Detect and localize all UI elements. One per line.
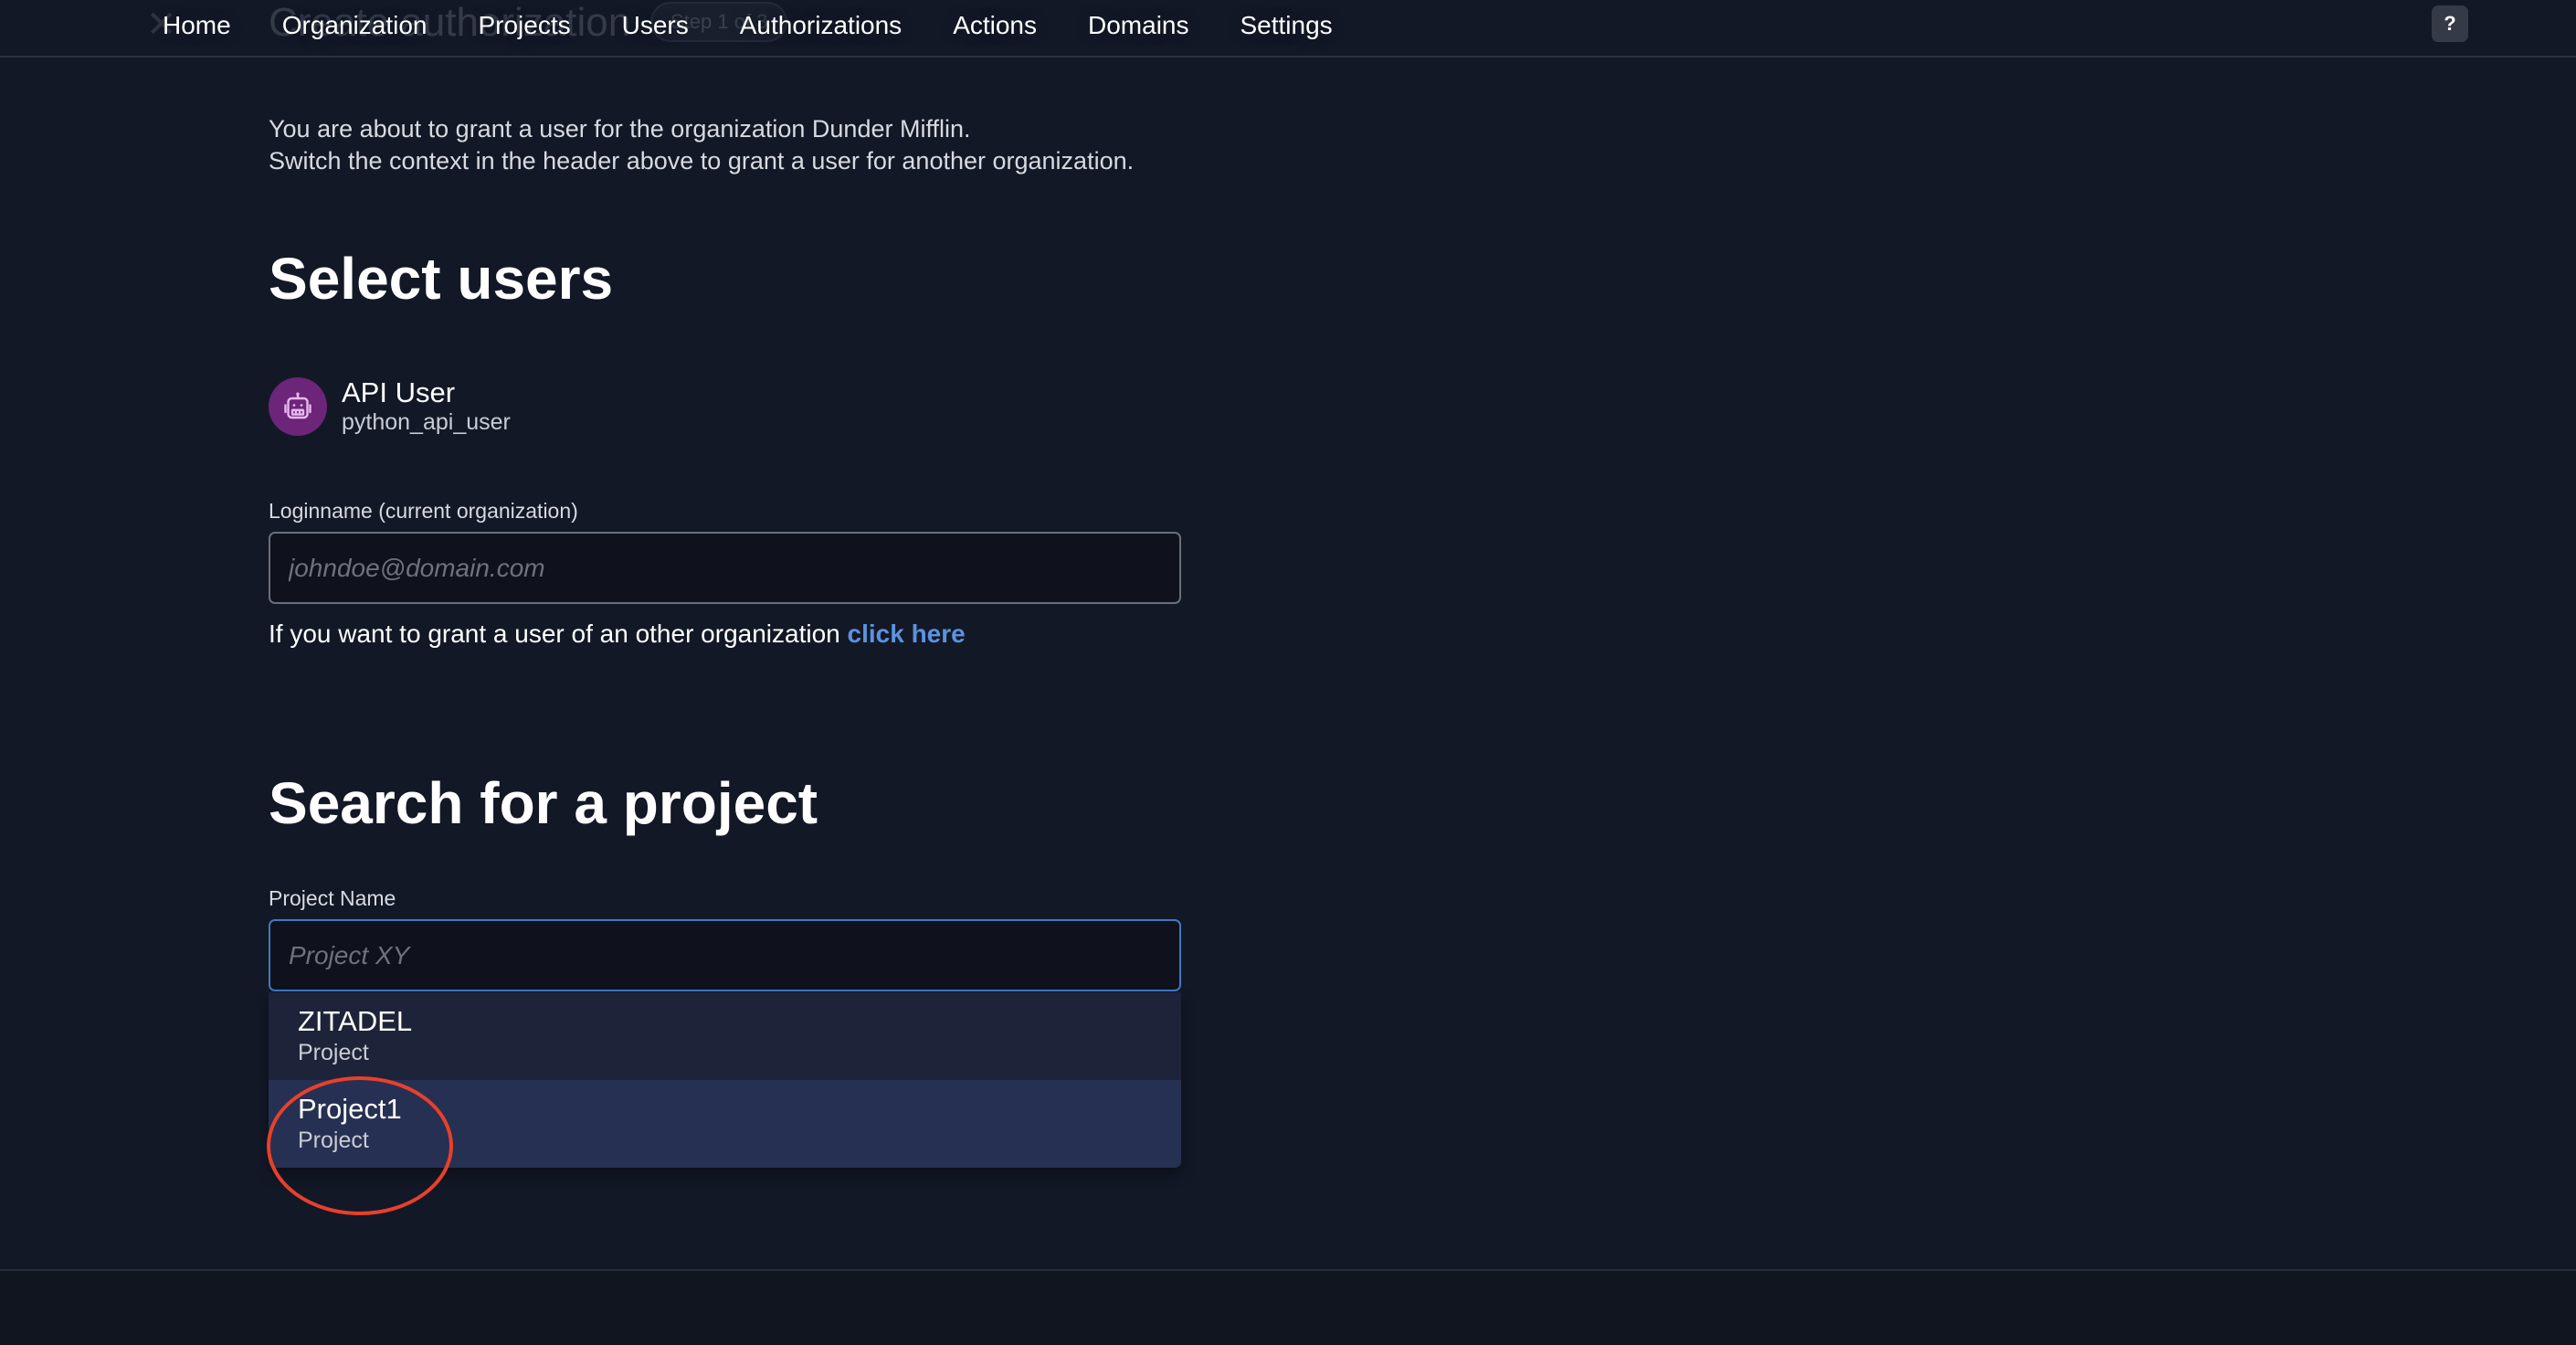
nav-domains[interactable]: Domains — [1088, 11, 1188, 40]
loginname-label: Loginname (current organization) — [269, 499, 578, 523]
project-name-input[interactable] — [269, 919, 1181, 991]
nav-projects[interactable]: Projects — [478, 11, 570, 40]
selected-user[interactable]: API User python_api_user — [269, 377, 511, 436]
project-option-type: Project — [298, 1040, 369, 1065]
nav-users[interactable]: Users — [622, 11, 689, 40]
help-button[interactable]: ? — [2432, 5, 2468, 42]
other-org-text: If you want to grant a user of an other … — [269, 620, 840, 648]
project-option-project1[interactable]: Project1 Project — [269, 1080, 1181, 1168]
click-here-link[interactable]: click here — [848, 620, 966, 648]
user-login-name: python_api_user — [342, 409, 511, 435]
select-users-heading: Select users — [269, 246, 614, 312]
intro-text: You are about to grant a user for the or… — [269, 113, 1134, 177]
footer — [0, 1271, 2576, 1345]
robot-icon — [284, 392, 311, 419]
nav-organization[interactable]: Organization — [282, 11, 428, 40]
project-name-label: Project Name — [269, 886, 396, 910]
intro-line-2: Switch the context in the header above t… — [269, 147, 1135, 175]
main-nav: Home Organization Projects Users Authori… — [163, 0, 1384, 51]
other-org-hint: If you want to grant a user of an other … — [269, 620, 966, 649]
avatar — [269, 377, 327, 436]
project-option-type: Project — [298, 1128, 369, 1153]
project-autocomplete-list: ZITADEL Project Project1 Project — [269, 992, 1181, 1168]
search-project-heading: Search for a project — [269, 770, 818, 836]
project-option-zitadel[interactable]: ZITADEL Project — [269, 992, 1181, 1080]
nav-home[interactable]: Home — [163, 11, 231, 40]
project-option-name: Project1 — [298, 1093, 402, 1125]
nav-authorizations[interactable]: Authorizations — [740, 11, 902, 40]
project-option-name: ZITADEL — [298, 1005, 413, 1037]
nav-actions[interactable]: Actions — [953, 11, 1037, 40]
top-header: ✕ Create authorization Step 1 of 3 Home … — [0, 0, 2576, 58]
loginname-input[interactable] — [269, 532, 1181, 604]
user-display-name: API User — [342, 376, 456, 408]
intro-line-1: You are about to grant a user for the or… — [269, 115, 971, 143]
nav-settings[interactable]: Settings — [1240, 11, 1333, 40]
